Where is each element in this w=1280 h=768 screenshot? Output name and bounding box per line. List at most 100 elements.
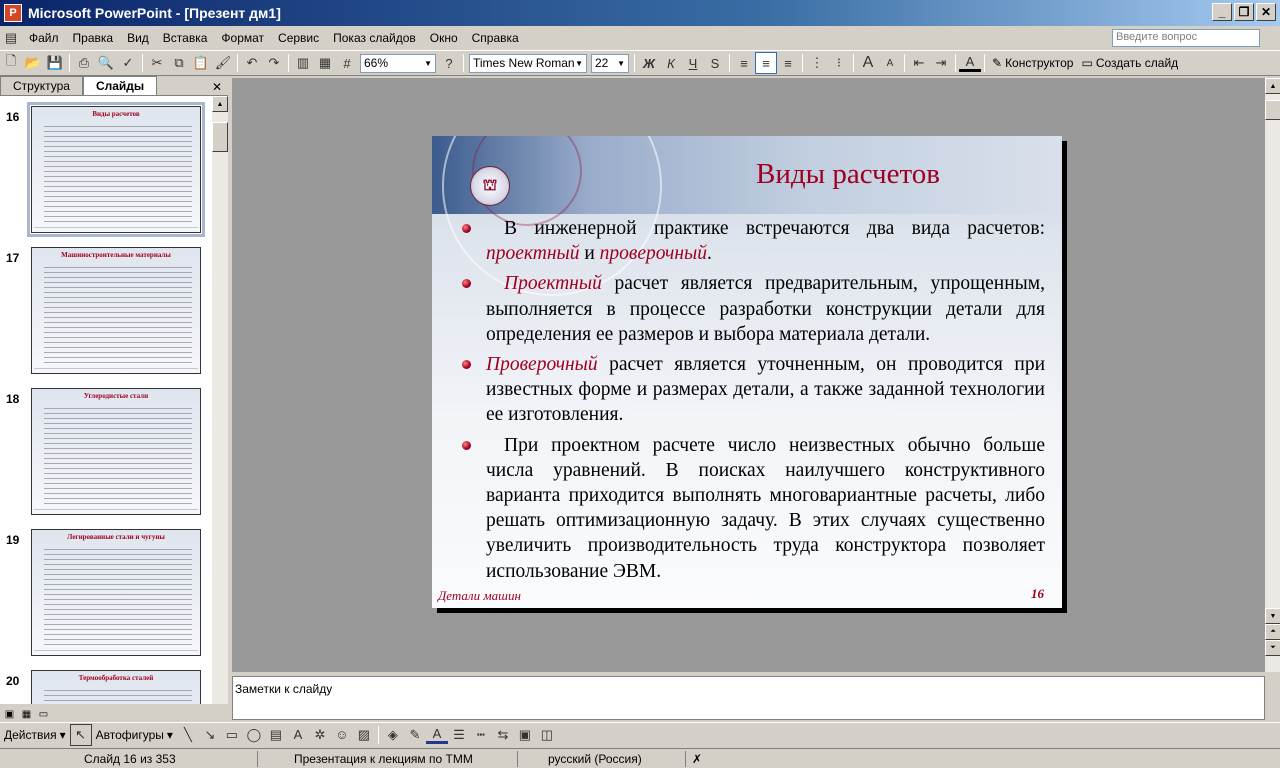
thumbnail-slide[interactable]: Виды расчетов: [27, 102, 205, 237]
scroll-up-icon[interactable]: ▲: [1265, 78, 1280, 94]
menu-window[interactable]: Окно: [423, 31, 465, 45]
shadow-style-icon[interactable]: ▣: [514, 724, 536, 746]
cut-icon[interactable]: ✂: [146, 52, 168, 74]
font-select[interactable]: Times New Roman ▼: [469, 53, 587, 73]
redo-icon[interactable]: ↷: [263, 52, 285, 74]
grid-icon[interactable]: #: [336, 52, 358, 74]
spelling-icon[interactable]: ✓: [117, 52, 139, 74]
menu-help[interactable]: Справка: [465, 31, 526, 45]
sorter-view-icon[interactable]: ▦: [19, 707, 34, 721]
new-slide-button[interactable]: ▭ Создать слайд: [1077, 56, 1182, 70]
increase-indent-icon[interactable]: ⇥: [930, 52, 952, 74]
tab-slides[interactable]: Слайды: [82, 76, 158, 95]
table-icon[interactable]: ▦: [314, 52, 336, 74]
slide-body[interactable]: В инженерной практике встречаются два ви…: [460, 216, 1045, 589]
slide[interactable]: ⛫ Виды расчетов В инженерной практике вс…: [432, 136, 1062, 608]
bold-icon[interactable]: Ж: [638, 52, 660, 74]
select-pointer-icon[interactable]: ↖: [69, 723, 92, 746]
previous-slide-icon[interactable]: ⏶: [1265, 624, 1280, 640]
menu-tools[interactable]: Сервис: [271, 31, 326, 45]
align-center-icon[interactable]: ≡: [755, 52, 777, 74]
menu-edit[interactable]: Правка: [66, 31, 121, 45]
autoshapes-menu[interactable]: Автофигуры ▾: [92, 728, 177, 742]
paste-icon[interactable]: 📋: [190, 52, 212, 74]
copy-icon[interactable]: ⧉: [168, 52, 190, 74]
italic-icon[interactable]: К: [660, 52, 682, 74]
bullets-icon[interactable]: ⁝: [828, 52, 850, 74]
zoom-select[interactable]: 66% ▼: [360, 53, 436, 73]
rectangle-icon[interactable]: ▭: [221, 724, 243, 746]
scroll-down-icon[interactable]: ▼: [1265, 608, 1280, 624]
menu-slideshow[interactable]: Показ слайдов: [326, 31, 423, 45]
slide-scrollbar[interactable]: ▲ ▼ ⏶ ⏷: [1265, 78, 1280, 672]
text-color-icon[interactable]: A: [425, 726, 448, 744]
scroll-thumb[interactable]: [212, 122, 228, 152]
oval-icon[interactable]: ◯: [243, 724, 265, 746]
align-right-icon[interactable]: ≡: [777, 52, 799, 74]
open-icon[interactable]: 📂: [22, 52, 44, 74]
thumbnail-17[interactable]: 17 Машиностроительные материалы: [0, 241, 212, 374]
picture-icon[interactable]: ▨: [353, 724, 375, 746]
dash-style-icon[interactable]: ┅: [470, 724, 492, 746]
shadow-icon[interactable]: S: [704, 52, 726, 74]
numbering-icon[interactable]: ⋮: [806, 52, 828, 74]
slideshow-view-icon[interactable]: ▭: [36, 707, 51, 721]
thumbnail-slide[interactable]: Легированные стали и чугуны: [31, 529, 201, 656]
textbox-icon[interactable]: ▤: [265, 724, 287, 746]
thumbnail-19[interactable]: 19 Легированные стали и чугуны: [0, 523, 212, 656]
save-icon[interactable]: 💾: [44, 52, 66, 74]
actions-menu[interactable]: Действия ▾: [0, 728, 70, 742]
thumbnail-20[interactable]: 20 Термообработка сталей: [0, 664, 212, 704]
preview-icon[interactable]: 🔍: [95, 52, 117, 74]
ask-question-input[interactable]: Введите вопрос: [1112, 29, 1260, 47]
thumbnail-slide[interactable]: Машиностроительные материалы: [31, 247, 201, 374]
print-icon[interactable]: ⎙: [73, 52, 95, 74]
menu-view[interactable]: Вид: [120, 31, 156, 45]
scroll-up-icon[interactable]: ▲: [212, 96, 228, 112]
slide-title[interactable]: Виды расчетов: [647, 158, 1049, 191]
close-button[interactable]: ✕: [1256, 3, 1276, 21]
underline-icon[interactable]: Ч: [682, 52, 704, 74]
separator: [69, 54, 70, 72]
close-icon[interactable]: ✕: [212, 80, 222, 94]
diagram-icon[interactable]: ✲: [309, 724, 331, 746]
notes-pane[interactable]: Заметки к слайду: [232, 676, 1265, 720]
arrow-icon[interactable]: ↘: [199, 724, 221, 746]
designer-button[interactable]: ✎ Конструктор: [988, 56, 1077, 70]
line-style-icon[interactable]: ☰: [448, 724, 470, 746]
tab-outline[interactable]: Структура: [0, 76, 83, 95]
scroll-thumb[interactable]: [1265, 100, 1280, 120]
minimize-button[interactable]: _: [1212, 3, 1232, 21]
format-painter-icon[interactable]: 🖌: [212, 52, 234, 74]
thumbnail-16[interactable]: 16 Виды расчетов: [0, 100, 212, 237]
chart-icon[interactable]: ▥: [292, 52, 314, 74]
help-icon[interactable]: ?: [438, 52, 460, 74]
decrease-font-icon[interactable]: A: [879, 52, 901, 74]
fill-color-icon[interactable]: ◈: [382, 724, 404, 746]
menu-file[interactable]: Файл: [22, 31, 66, 45]
wordart-icon[interactable]: A: [287, 724, 309, 746]
align-left-icon[interactable]: ≡: [733, 52, 755, 74]
normal-view-icon[interactable]: ▣: [2, 707, 17, 721]
increase-font-icon[interactable]: A: [857, 52, 879, 74]
3d-style-icon[interactable]: ◫: [536, 724, 558, 746]
decrease-indent-icon[interactable]: ⇤: [908, 52, 930, 74]
line-color-icon[interactable]: ✎: [404, 724, 426, 746]
thumbnail-18[interactable]: 18 Углеродистые стали: [0, 382, 212, 515]
undo-icon[interactable]: ↶: [241, 52, 263, 74]
next-slide-icon[interactable]: ⏷: [1265, 640, 1280, 656]
line-icon[interactable]: ╲: [177, 724, 199, 746]
thumbnails-scrollbar[interactable]: ▲: [212, 96, 228, 704]
new-icon[interactable]: 🗋: [0, 52, 22, 74]
separator: [463, 54, 464, 72]
menu-insert[interactable]: Вставка: [156, 31, 215, 45]
clipart-icon[interactable]: ☺: [331, 724, 353, 746]
thumbnail-slide[interactable]: Термообработка сталей: [31, 670, 201, 704]
document-icon[interactable]: ▤: [0, 27, 22, 49]
maximize-button[interactable]: ❐: [1234, 3, 1254, 21]
font-size-select[interactable]: 22 ▼: [591, 53, 629, 73]
arrow-style-icon[interactable]: ⇆: [492, 724, 514, 746]
thumbnail-slide[interactable]: Углеродистые стали: [31, 388, 201, 515]
menu-format[interactable]: Формат: [214, 31, 271, 45]
font-color-icon[interactable]: A: [959, 54, 981, 72]
